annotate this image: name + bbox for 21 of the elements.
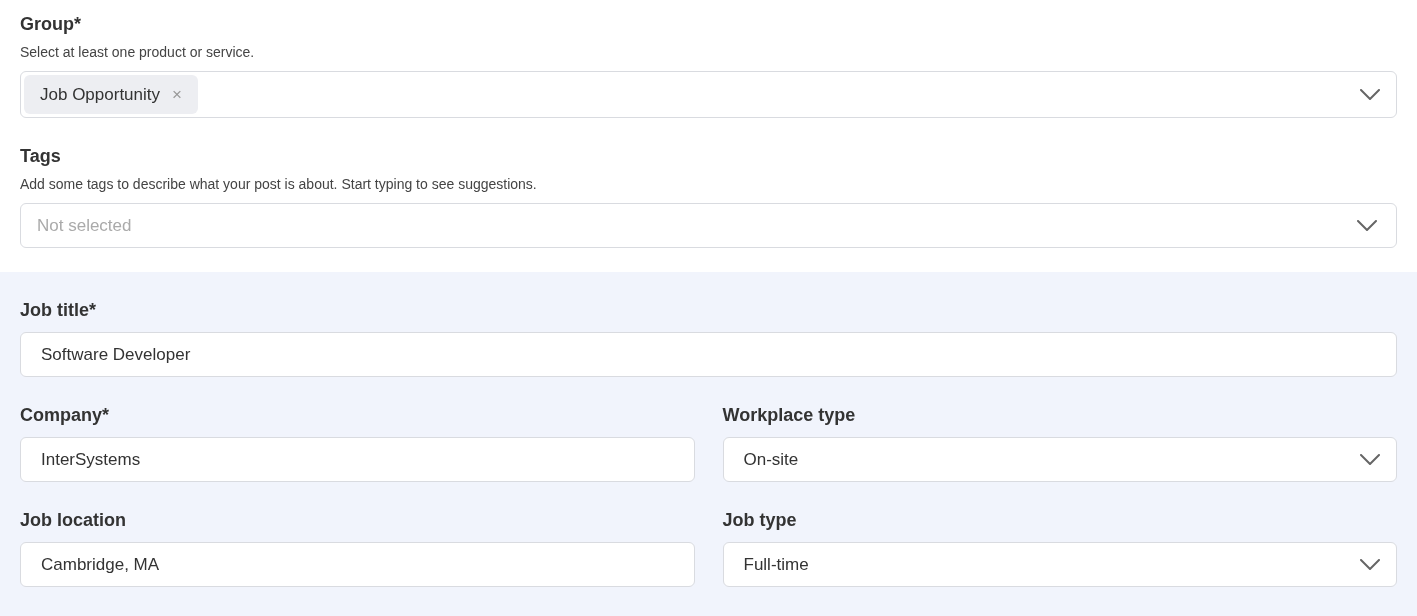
- chip-label: Job Opportunity: [40, 83, 160, 106]
- select-field[interactable]: Full-time: [722, 542, 1397, 587]
- chevron-down-icon: [1360, 89, 1380, 100]
- chevron-down-icon: [1360, 559, 1380, 570]
- chevron-down-icon: [1360, 454, 1380, 465]
- field-hint: Select at least one product or service.: [20, 43, 256, 62]
- tags-select[interactable]: Not selected: [20, 203, 1397, 248]
- field-hint: Add some tags to describe what your post is about. Start typing to see suggestions.: [20, 175, 538, 194]
- field-label: Job title*: [20, 299, 97, 322]
- field-label: Group*: [20, 13, 82, 36]
- field-label: Tags: [20, 145, 62, 168]
- field-label: Job type: [722, 509, 798, 532]
- text-input[interactable]: Software Developer: [20, 332, 1397, 377]
- text-input[interactable]: InterSystems: [20, 437, 695, 482]
- group-select[interactable]: Job Opportunity ×: [20, 71, 1397, 118]
- field-label: Workplace type: [722, 404, 857, 427]
- field-label: Job location: [20, 509, 127, 532]
- text-input[interactable]: Cambridge, MA: [20, 542, 695, 587]
- field-label: Company*: [20, 404, 110, 427]
- select-field[interactable]: On-site: [722, 437, 1397, 482]
- chevron-down-icon: [1357, 220, 1377, 231]
